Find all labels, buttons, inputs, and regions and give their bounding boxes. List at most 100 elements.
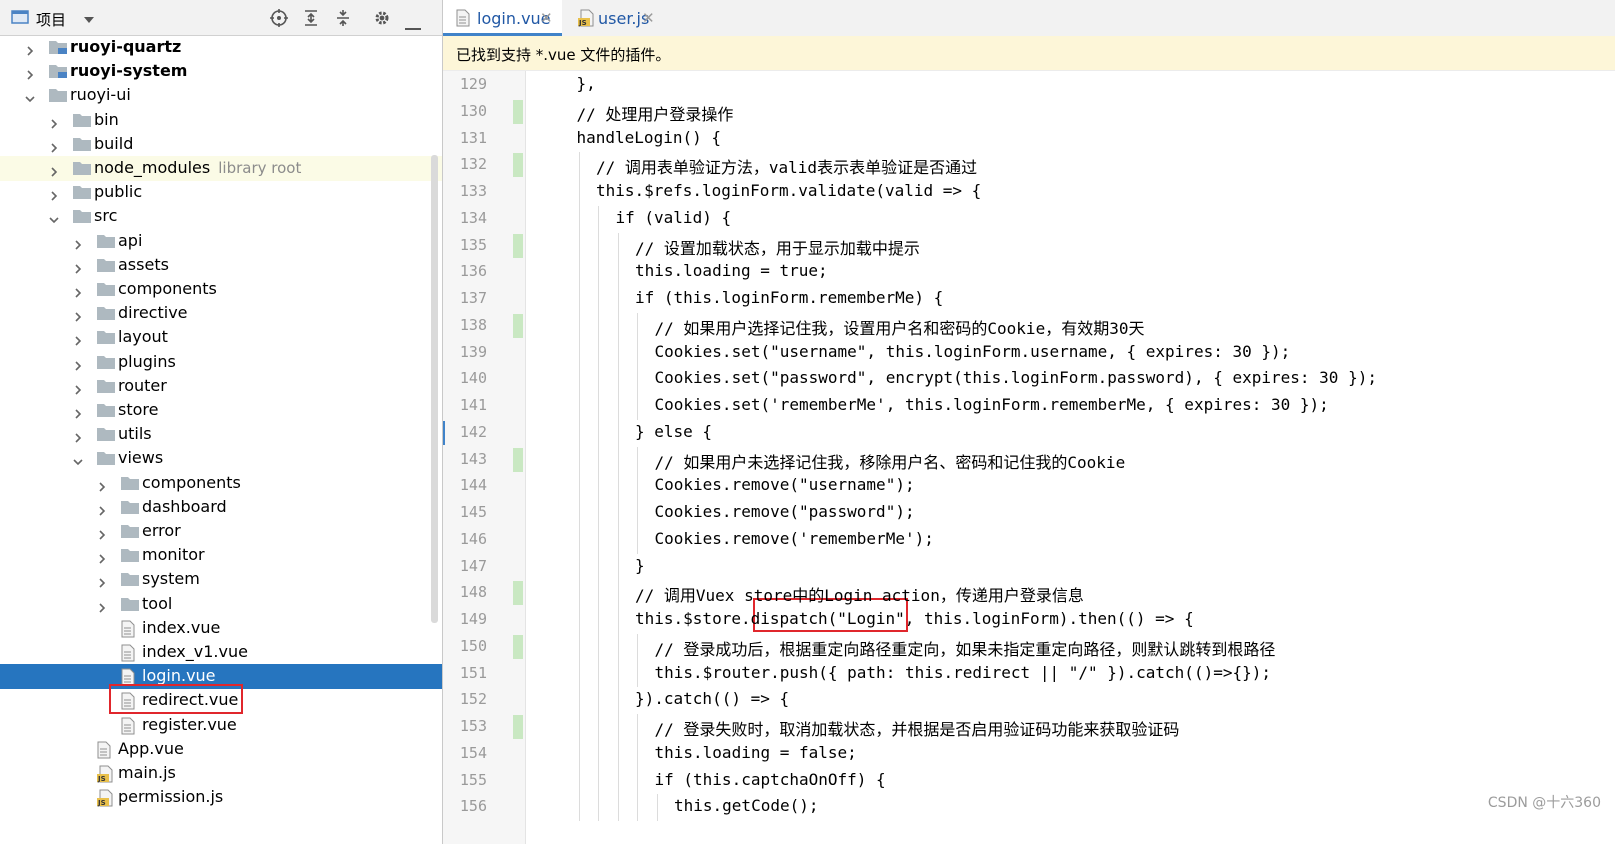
code-line[interactable]: // 处理用户登录操作 — [577, 101, 734, 128]
tree-scrollbar[interactable] — [431, 155, 438, 623]
change-marker[interactable] — [513, 153, 523, 178]
change-marker[interactable] — [513, 99, 523, 124]
chevron-right-icon[interactable] — [24, 42, 36, 56]
tree-item-register-vue[interactable]: register.vue — [0, 713, 442, 738]
chevron-right-icon[interactable] — [72, 260, 84, 274]
code-line[interactable]: this.loading = true; — [635, 261, 828, 288]
code-line[interactable]: this.$refs.loginForm.validate(valid => { — [596, 181, 981, 208]
code-line[interactable]: } else { — [635, 422, 712, 449]
tree-item-app-vue[interactable]: App.vue — [0, 737, 442, 762]
chevron-right-icon[interactable] — [96, 526, 108, 540]
chevron-right-icon[interactable] — [96, 478, 108, 492]
code-line[interactable]: Cookies.remove("password"); — [655, 502, 915, 529]
chevron-right-icon[interactable] — [96, 574, 108, 588]
hide-panel-icon[interactable] — [405, 16, 421, 35]
code-line[interactable]: Cookies.set('rememberMe', this.loginForm… — [655, 395, 1329, 422]
tree-item-index-v1-vue[interactable]: index_v1.vue — [0, 640, 442, 665]
chevron-right-icon[interactable] — [72, 405, 84, 419]
locate-file-icon[interactable] — [270, 9, 288, 31]
code-line[interactable]: // 如果用户选择记住我，设置用户名和密码的Cookie，有效期30天 — [655, 315, 1145, 342]
code-line[interactable]: // 登录失败时，取消加载状态，并根据是否启用验证码功能来获取验证码 — [655, 716, 1180, 743]
tree-item-ruoyi-ui[interactable]: ruoyi-ui — [0, 83, 442, 108]
tree-item-store[interactable]: store — [0, 398, 442, 423]
code-line[interactable]: // 调用表单验证方法，valid表示表单验证是否通过 — [596, 154, 977, 181]
code-line[interactable]: // 调用Vuex store中的Login action，传递用户登录信息 — [635, 582, 1084, 609]
code-line[interactable]: }).catch(() => { — [635, 689, 789, 716]
chevron-right-icon[interactable] — [48, 115, 60, 129]
tree-item-error[interactable]: error — [0, 519, 442, 544]
code-line[interactable]: Cookies.set("password", encrypt(this.log… — [655, 368, 1377, 395]
chevron-right-icon[interactable] — [72, 429, 84, 443]
code-line[interactable]: Cookies.set("username", this.loginForm.u… — [655, 342, 1291, 369]
project-panel-title[interactable]: 项目 — [36, 9, 66, 30]
code-line[interactable]: Cookies.remove('rememberMe'); — [655, 529, 934, 556]
close-icon[interactable]: ✕ — [540, 9, 553, 27]
chevron-right-icon[interactable] — [96, 502, 108, 516]
tree-item-main-js[interactable]: JS main.js — [0, 761, 442, 786]
chevron-right-icon[interactable] — [72, 357, 84, 371]
tree-item-utils[interactable]: utils — [0, 422, 442, 447]
tree-item-assets[interactable]: assets — [0, 253, 442, 278]
code-line[interactable]: }, — [577, 74, 596, 101]
tree-item-permission-js[interactable]: JS permission.js — [0, 785, 442, 810]
chevron-right-icon[interactable] — [96, 599, 108, 613]
close-icon[interactable]: ✕ — [642, 9, 655, 27]
tree-item-components[interactable]: components — [0, 471, 442, 496]
tree-item-monitor[interactable]: monitor — [0, 543, 442, 568]
chevron-right-icon[interactable] — [72, 284, 84, 298]
chevron-right-icon[interactable] — [96, 550, 108, 564]
code-line[interactable]: // 登录成功后，根据重定向路径重定向，如果未指定重定向路径，则默认跳转到根路径 — [655, 636, 1276, 663]
chevron-down-icon[interactable] — [82, 11, 96, 30]
tree-item-public[interactable]: public — [0, 180, 442, 205]
code-line[interactable]: if (valid) { — [616, 208, 732, 235]
change-marker[interactable] — [513, 581, 523, 606]
tree-item-tool[interactable]: tool — [0, 592, 442, 617]
code-line[interactable]: this.$router.push({ path: this.redirect … — [655, 663, 1272, 690]
tab-user-js[interactable]: JS user.js ✕ — [564, 0, 664, 36]
chevron-down-icon[interactable] — [48, 211, 60, 224]
collapse-all-icon[interactable] — [334, 9, 352, 31]
tree-item-components[interactable]: components — [0, 277, 442, 302]
code-line[interactable]: if (this.loginForm.rememberMe) { — [635, 288, 943, 315]
tab-login-vue[interactable]: login.vue ✕ — [443, 0, 562, 36]
tree-item-ruoyi-system[interactable]: ruoyi-system — [0, 59, 442, 84]
code-line[interactable]: handleLogin() { — [577, 128, 722, 155]
tree-item-bin[interactable]: bin — [0, 108, 442, 133]
code-line[interactable]: this.getCode(); — [674, 796, 819, 823]
tree-item-directive[interactable]: directive — [0, 301, 442, 326]
change-marker[interactable] — [513, 447, 523, 472]
chevron-down-icon[interactable] — [24, 90, 36, 103]
tree-item-dashboard[interactable]: dashboard — [0, 495, 442, 520]
tree-item-ruoyi-quartz[interactable]: ruoyi-quartz — [0, 35, 442, 60]
tree-item-api[interactable]: api — [0, 229, 442, 254]
code-line[interactable]: Cookies.remove("username"); — [655, 475, 915, 502]
chevron-right-icon[interactable] — [24, 66, 36, 80]
chevron-right-icon[interactable] — [48, 163, 60, 177]
tree-item-node-modules[interactable]: node_modules library root — [0, 156, 442, 181]
change-marker[interactable] — [513, 233, 523, 258]
change-marker[interactable] — [513, 313, 523, 338]
chevron-right-icon[interactable] — [48, 139, 60, 153]
tree-item-system[interactable]: system — [0, 567, 442, 592]
tree-item-layout[interactable]: layout — [0, 325, 442, 350]
expand-all-icon[interactable] — [302, 9, 320, 31]
change-marker[interactable] — [513, 634, 523, 659]
chevron-right-icon[interactable] — [72, 332, 84, 346]
chevron-right-icon[interactable] — [72, 236, 84, 250]
code-line[interactable]: // 如果用户未选择记住我，移除用户名、密码和记住我的Cookie — [655, 449, 1126, 476]
code-line[interactable]: } — [635, 556, 645, 583]
tree-item-build[interactable]: build — [0, 132, 442, 157]
chevron-down-icon[interactable] — [72, 453, 84, 466]
tree-item-router[interactable]: router — [0, 374, 442, 399]
gear-icon[interactable] — [373, 9, 391, 31]
tree-item-src[interactable]: src — [0, 204, 442, 229]
code-line[interactable]: if (this.captchaOnOff) { — [655, 770, 886, 797]
code-line[interactable]: this.loading = false; — [655, 743, 857, 770]
code-line[interactable]: this.$store.dispatch("Login", this.login… — [635, 609, 1194, 636]
chevron-right-icon[interactable] — [72, 308, 84, 322]
tree-item-index-vue[interactable]: index.vue — [0, 616, 442, 641]
code-line[interactable]: // 设置加载状态，用于显示加载中提示 — [635, 235, 920, 262]
code-area[interactable]: },// 处理用户登录操作 handleLogin() {// 调用表单验证方法，… — [526, 71, 1615, 844]
change-marker[interactable] — [513, 715, 523, 739]
chevron-right-icon[interactable] — [48, 187, 60, 201]
